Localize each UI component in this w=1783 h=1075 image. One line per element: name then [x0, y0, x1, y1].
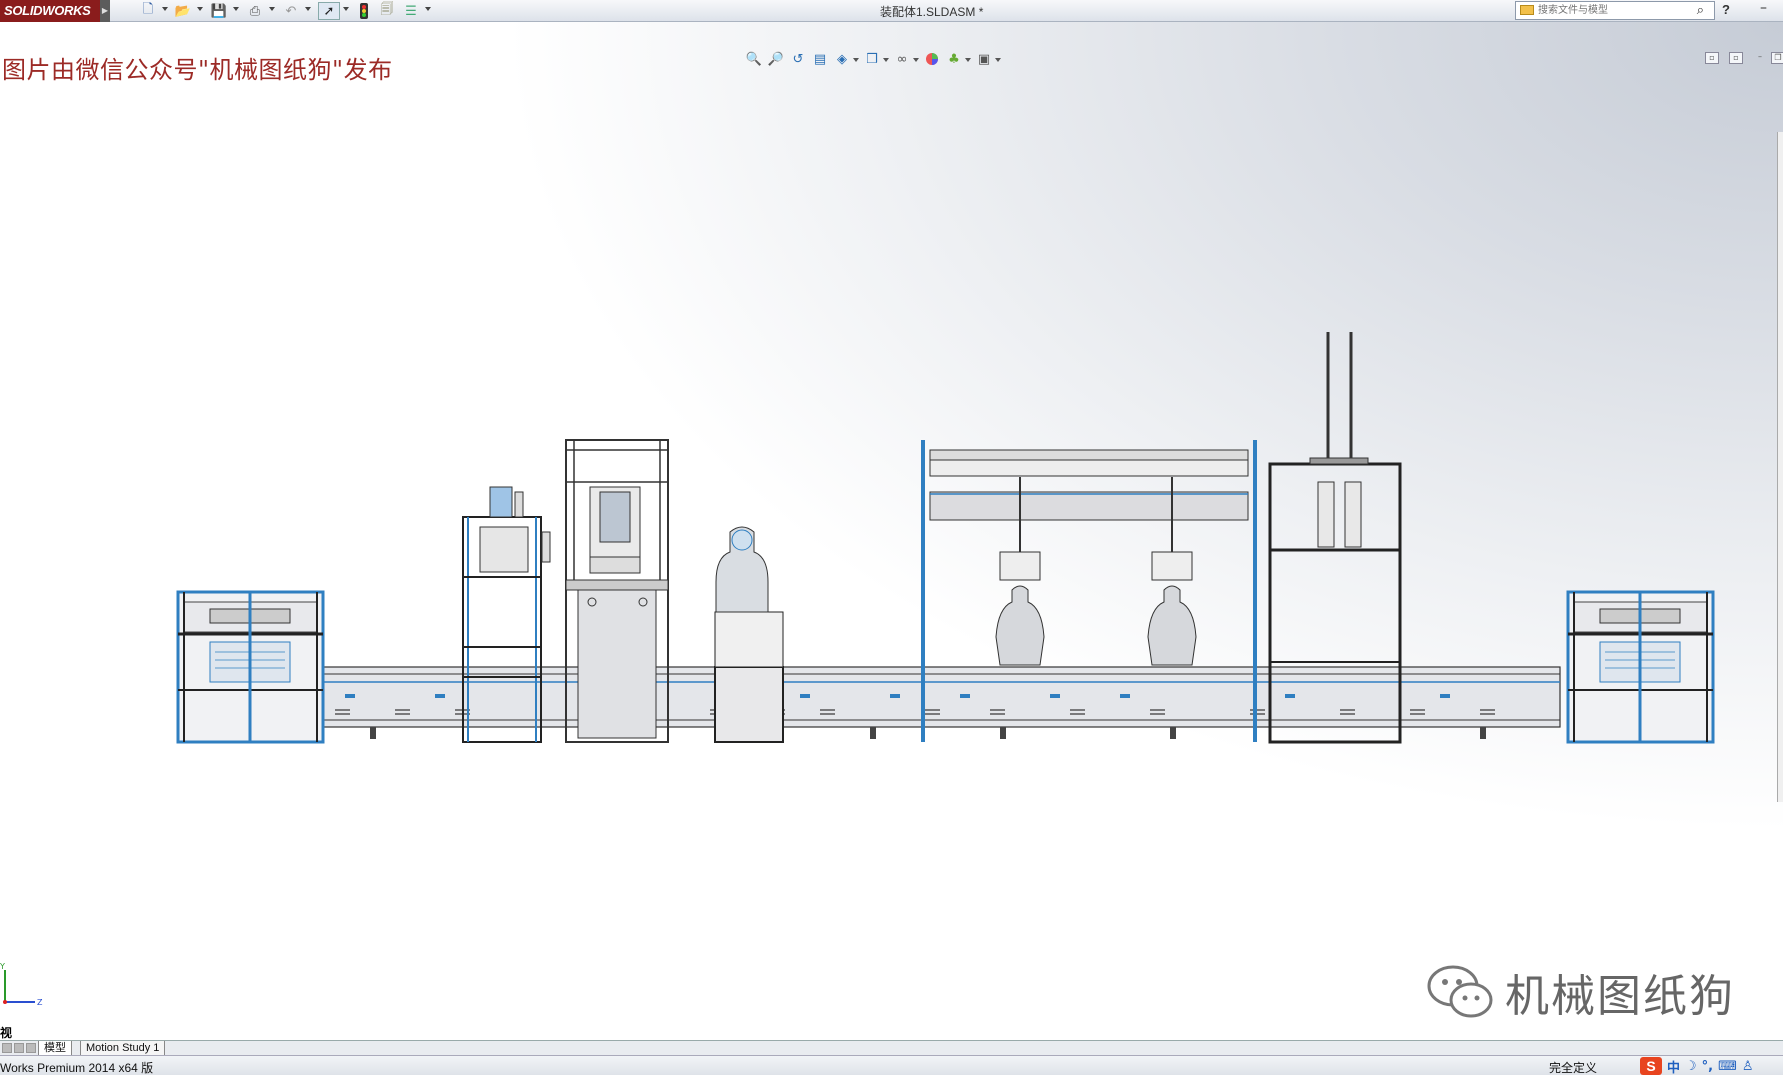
wechat-icon — [1427, 965, 1493, 1018]
save-dropdown-icon[interactable] — [233, 7, 239, 11]
section-view-icon[interactable]: ▤ — [811, 50, 829, 68]
watermark-bottom: 机械图纸狗 — [1425, 962, 1735, 1022]
search-input[interactable] — [1538, 3, 1688, 18]
viewport-restore-icon[interactable]: ❐ — [1771, 52, 1783, 64]
vertical-scrollbar[interactable] — [1777, 132, 1783, 802]
display-dropdown-icon[interactable] — [913, 58, 919, 62]
rebuild-traffic-light-icon[interactable] — [353, 2, 375, 20]
help-icon[interactable]: ? — [1722, 2, 1730, 17]
dynamic-annotation-icon[interactable]: ◈ — [833, 50, 851, 68]
save-icon[interactable]: 💾 — [208, 2, 230, 20]
new-dropdown-icon[interactable] — [162, 7, 168, 11]
keyboard-icon[interactable]: ⌨ — [1718, 1059, 1737, 1074]
open-dropdown-icon[interactable] — [197, 7, 203, 11]
graphics-area[interactable]: 图片由微信公众号"机械图纸狗"发布 🔍 🔎 ↺ ▤ ◈ ❒ ∞ ♣ ▣ ▫ ▫ … — [0, 22, 1783, 1040]
select-dropdown-icon[interactable] — [343, 7, 349, 11]
zoom-to-fit-icon[interactable]: 🔍 — [745, 50, 763, 68]
print-dropdown-icon[interactable] — [269, 7, 275, 11]
folder-icon — [1520, 5, 1534, 15]
minimize-icon[interactable]: – — [1760, 0, 1767, 16]
assembly-model-view[interactable] — [170, 322, 1725, 762]
search-box[interactable]: ⌕ — [1515, 1, 1715, 20]
press-station — [565, 439, 669, 743]
punctuation-icon[interactable]: °, — [1702, 1059, 1713, 1074]
menu-expand-icon[interactable]: ▶ — [100, 0, 110, 22]
status-definition-text: 完全定义 — [1549, 1061, 1598, 1075]
new-document-icon[interactable]: 🗋 — [137, 2, 159, 20]
ime-mode-label[interactable]: 中 — [1667, 1057, 1680, 1075]
scene-dropdown-icon[interactable] — [965, 58, 971, 62]
zoom-to-area-icon[interactable]: 🔎 — [767, 50, 785, 68]
solidworks-logo[interactable]: SOLIDWORKS — [0, 0, 100, 22]
undo-icon[interactable]: ↶ — [280, 2, 302, 20]
options-list-icon[interactable]: ☰ — [400, 2, 422, 20]
sogou-ime-icon[interactable]: S — [1640, 1057, 1662, 1075]
annotation-dropdown-icon[interactable] — [853, 58, 859, 62]
search-icon[interactable]: ⌕ — [1697, 3, 1704, 18]
status-version-text: Works Premium 2014 x64 版 — [0, 1061, 154, 1075]
view-orientation-icon[interactable]: ❒ — [863, 50, 881, 68]
watermark-text-top: 图片由微信公众号"机械图纸狗"发布 — [2, 56, 393, 84]
tab-scroll-next-icon[interactable] — [26, 1043, 36, 1053]
display-style-icon[interactable]: ∞ — [893, 50, 911, 68]
undo-dropdown-icon[interactable] — [305, 7, 311, 11]
coordinate-triad: Y Z — [0, 962, 43, 1007]
file-properties-icon[interactable]: 🗐 — [376, 2, 398, 20]
tab-motion-study-1[interactable]: Motion Study 1 — [80, 1041, 166, 1056]
options-dropdown-icon[interactable] — [425, 7, 431, 11]
previous-view-icon[interactable]: ↺ — [789, 50, 807, 68]
triad-z-label: Z — [37, 998, 43, 1007]
orientation-dropdown-icon[interactable] — [883, 58, 889, 62]
tab-scroll-prev-icon[interactable] — [14, 1043, 24, 1053]
tab-bar: 模型 Motion Study 1 — [0, 1040, 1783, 1056]
settings-dropdown-icon[interactable] — [995, 58, 1001, 62]
user-icon[interactable]: ♙ — [1742, 1059, 1754, 1074]
apply-scene-icon[interactable]: ♣ — [945, 50, 963, 68]
viewport-minimize-icon[interactable]: – — [1753, 52, 1767, 64]
tab-scroll-first-icon[interactable] — [2, 1043, 12, 1053]
view-label: 视 — [0, 1026, 13, 1040]
document-title: 装配体1.SLDASM * — [880, 5, 984, 19]
half-width-moon-icon[interactable]: ☽ — [1685, 1059, 1697, 1074]
ime-toolbar: S 中 ☽ °, ⌨ ♙ — [1640, 1057, 1754, 1075]
right-end-station — [1566, 590, 1715, 744]
title-bar: SOLIDWORKS ▶ 🗋 📂 💾 ⎙ ↶ ➚ 🗐 ☰ 装配体1.SLDASM… — [0, 0, 1783, 22]
open-folder-icon[interactable]: 📂 — [172, 2, 194, 20]
left-end-station — [176, 590, 325, 744]
tab-model[interactable]: 模型 — [38, 1041, 72, 1056]
view-settings-icon[interactable]: ▣ — [975, 50, 993, 68]
select-arrow-icon[interactable]: ➚ — [318, 2, 340, 20]
robot-cabinet — [714, 526, 784, 743]
print-icon[interactable]: ⎙ — [244, 2, 266, 20]
viewport-split-icon[interactable]: ▫ — [1729, 52, 1743, 64]
status-bar: Works Premium 2014 x64 版 完全定义 S 中 ☽ °, ⌨… — [0, 1055, 1783, 1075]
watermark-text-bottom: 机械图纸狗 — [1505, 971, 1735, 1022]
viewport-single-icon[interactable]: ▫ — [1705, 52, 1719, 64]
edit-appearance-icon[interactable] — [923, 50, 941, 68]
triad-y-label: Y — [0, 962, 5, 971]
